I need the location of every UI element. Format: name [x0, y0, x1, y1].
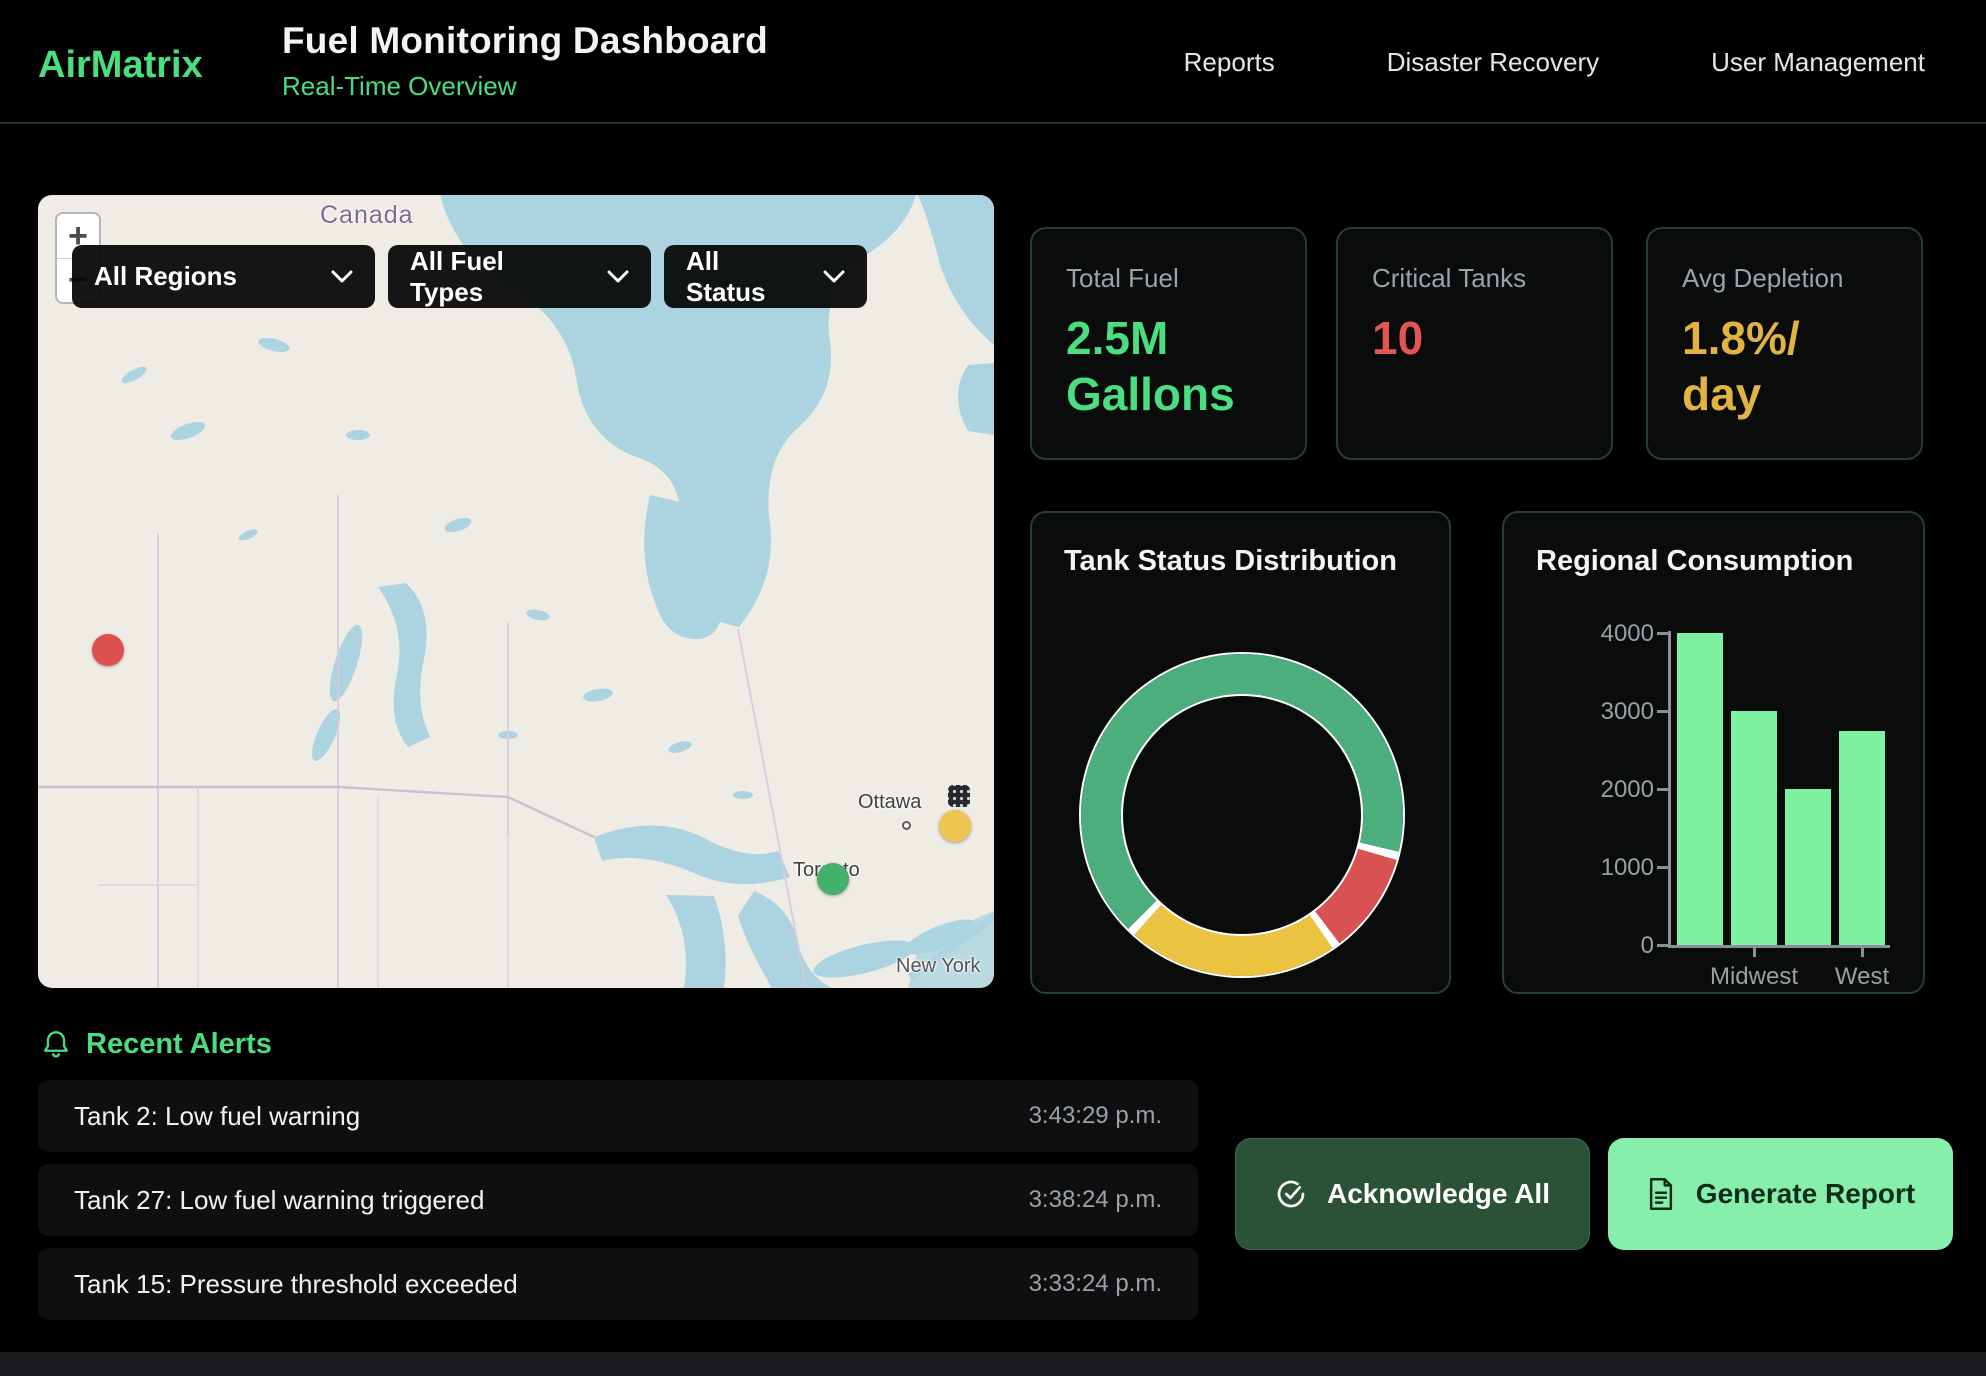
stat-value-avg-depletion: 1.8%/ day — [1682, 310, 1887, 422]
fuel-type-filter-select[interactable]: All Fuel Types — [388, 245, 651, 308]
header: AirMatrix Fuel Monitoring Dashboard Real… — [0, 0, 1986, 124]
brand-logo: AirMatrix — [38, 44, 203, 87]
alert-text: Tank 2: Low fuel warning — [74, 1101, 360, 1132]
regional-consumption-card: Regional Consumption 01000200030004000Mi… — [1502, 511, 1925, 994]
x-tick-label: West — [1802, 963, 1922, 991]
fuel-monitoring-dashboard: AirMatrix Fuel Monitoring Dashboard Real… — [0, 0, 1986, 1376]
status-filter-select[interactable]: All Status — [664, 245, 867, 308]
page-subtitle: Real-Time Overview — [282, 71, 768, 102]
tank-status-chart-title: Tank Status Distribution — [1064, 545, 1449, 578]
stat-card-avg-depletion: Avg Depletion 1.8%/ day — [1646, 227, 1923, 460]
bar — [1731, 711, 1777, 945]
status-filter-value: All Status — [686, 246, 797, 308]
y-tick-label: 3000 — [1504, 698, 1654, 726]
x-tick-mark — [1861, 948, 1864, 957]
map-filter-row: All Regions All Fuel Types All Status — [72, 245, 867, 308]
y-tick-label: 4000 — [1504, 620, 1654, 648]
alert-timestamp: 3:43:29 p.m. — [1029, 1102, 1162, 1130]
generate-report-button[interactable]: Generate Report — [1608, 1138, 1953, 1250]
y-tick-label: 2000 — [1504, 776, 1654, 804]
y-tick-label: 1000 — [1504, 854, 1654, 882]
y-tick-mark — [1657, 710, 1668, 713]
nav-item-reports[interactable]: Reports — [1184, 47, 1275, 78]
region-filter-select[interactable]: All Regions — [72, 245, 375, 308]
fuel-type-filter-value: All Fuel Types — [410, 246, 581, 308]
alert-row: Tank 2: Low fuel warning 3:43:29 p.m. — [38, 1080, 1198, 1152]
chevron-down-icon — [607, 270, 629, 283]
y-tick-mark — [1657, 866, 1668, 869]
acknowledge-all-label: Acknowledge All — [1327, 1178, 1550, 1210]
footer-strip — [0, 1352, 1986, 1376]
generate-report-label: Generate Report — [1696, 1178, 1915, 1210]
stat-value-total-fuel: 2.5M Gallons — [1066, 310, 1271, 422]
y-tick-mark — [1657, 944, 1668, 947]
main-nav: Reports Disaster Recovery User Managemen… — [1184, 0, 1925, 124]
page-title: Fuel Monitoring Dashboard — [282, 20, 768, 62]
chevron-down-icon — [823, 270, 845, 283]
nav-item-user-management[interactable]: User Management — [1711, 47, 1925, 78]
alerts-title: Recent Alerts — [86, 1028, 272, 1061]
region-filter-value: All Regions — [94, 261, 237, 292]
stat-label: Avg Depletion — [1682, 263, 1887, 294]
map-marker-warning[interactable] — [939, 810, 971, 842]
tank-status-donut-chart — [1081, 654, 1403, 976]
nav-item-disaster-recovery[interactable]: Disaster Recovery — [1387, 47, 1599, 78]
stat-card-total-fuel: Total Fuel 2.5M Gallons — [1030, 227, 1307, 460]
map-city-label-ottawa: Ottawa — [858, 791, 921, 814]
bar — [1839, 731, 1885, 946]
document-icon — [1646, 1178, 1676, 1210]
map-country-label: Canada — [320, 201, 414, 230]
map-canvas[interactable]: Canada Ottawa Toronto New York + − All R… — [38, 195, 994, 988]
alert-timestamp: 3:38:24 p.m. — [1029, 1186, 1162, 1214]
x-tick-label: Midwest — [1694, 963, 1814, 991]
stat-value-critical-tanks: 10 — [1372, 310, 1577, 366]
map-marker-critical[interactable] — [92, 634, 124, 666]
alerts-header: Recent Alerts — [42, 1028, 272, 1061]
stat-card-critical-tanks: Critical Tanks 10 — [1336, 227, 1613, 460]
alert-timestamp: 3:33:24 p.m. — [1029, 1270, 1162, 1298]
tank-status-distribution-card: Tank Status Distribution — [1030, 511, 1451, 994]
donut-hole — [1123, 696, 1361, 934]
regional-consumption-bar-chart: 0 1000 2000 3000 4000 MidwestWest — [1504, 513, 1923, 992]
ottawa-city-dot — [902, 821, 911, 830]
alert-row: Tank 27: Low fuel warning triggered 3:38… — [38, 1164, 1198, 1236]
bell-icon — [42, 1030, 70, 1060]
alert-text: Tank 27: Low fuel warning triggered — [74, 1185, 484, 1216]
y-tick-mark — [1657, 788, 1668, 791]
x-axis-line — [1668, 945, 1890, 948]
stat-label: Critical Tanks — [1372, 263, 1577, 294]
title-block: Fuel Monitoring Dashboard Real-Time Over… — [282, 20, 768, 102]
map-resize-grip-icon[interactable] — [948, 785, 970, 807]
bar — [1785, 789, 1831, 945]
check-circle-icon — [1275, 1178, 1307, 1210]
map-marker-normal[interactable] — [817, 863, 849, 895]
y-axis-line — [1668, 631, 1671, 947]
acknowledge-all-button[interactable]: Acknowledge All — [1235, 1138, 1590, 1250]
map-city-label-new-york: New York — [896, 955, 981, 978]
x-tick-mark — [1753, 948, 1756, 957]
alert-row: Tank 15: Pressure threshold exceeded 3:3… — [38, 1248, 1198, 1320]
y-tick-label: 0 — [1504, 932, 1654, 960]
bar — [1677, 633, 1723, 945]
y-tick-mark — [1657, 632, 1668, 635]
chevron-down-icon — [331, 270, 353, 283]
alert-text: Tank 15: Pressure threshold exceeded — [74, 1269, 518, 1300]
stat-label: Total Fuel — [1066, 263, 1271, 294]
